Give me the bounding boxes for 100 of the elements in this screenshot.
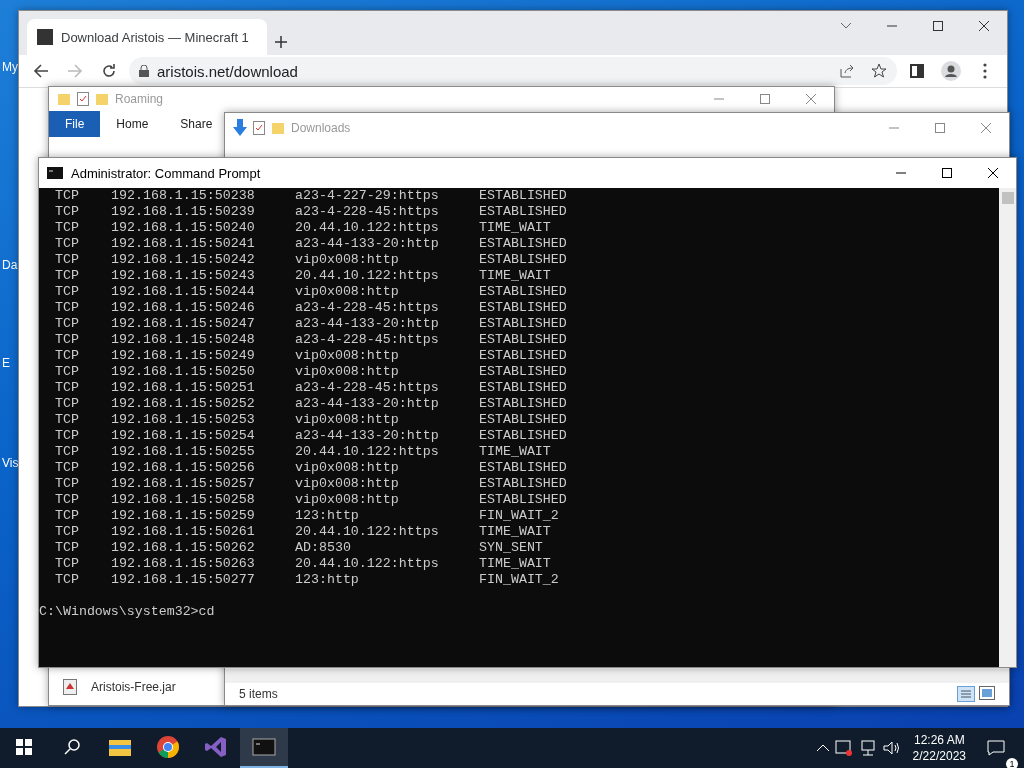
close-icon bbox=[806, 94, 816, 104]
ribbon-tab[interactable]: Share bbox=[164, 111, 229, 137]
folder-icon bbox=[57, 92, 71, 106]
search-icon bbox=[64, 739, 80, 755]
console-text: 192.168.1.15:50258 bbox=[111, 492, 256, 508]
console-text: ESTABLISHED bbox=[479, 188, 568, 204]
ribbon-tab[interactable]: Home bbox=[100, 111, 165, 137]
address-bar[interactable]: aristois.net/download bbox=[129, 57, 897, 85]
console-text: vip0x008:http bbox=[295, 476, 400, 492]
console-text: 192.168.1.15:50259 bbox=[111, 508, 256, 524]
console-text: TCP bbox=[55, 236, 80, 252]
properties-icon bbox=[253, 121, 265, 135]
folder-icon bbox=[108, 737, 132, 757]
console-text: a23-44-133-20:http bbox=[295, 428, 440, 444]
maximize-icon bbox=[935, 123, 945, 133]
console-text: TCP bbox=[55, 364, 80, 380]
console-text: TCP bbox=[55, 428, 80, 444]
notification-count: 1 bbox=[1006, 758, 1018, 768]
star-icon bbox=[871, 63, 887, 79]
console-text: TCP bbox=[55, 492, 80, 508]
minimize-icon bbox=[714, 98, 724, 100]
chrome-icon bbox=[156, 735, 180, 759]
console-text: 123:http bbox=[295, 572, 360, 588]
console-text: ESTABLISHED bbox=[479, 252, 568, 268]
console-text: 192.168.1.15:50247 bbox=[111, 316, 256, 332]
console-text: TIME_WAIT bbox=[479, 524, 552, 540]
console-text: 192.168.1.15:50254 bbox=[111, 428, 256, 444]
share-icon bbox=[839, 63, 855, 79]
avatar-icon bbox=[941, 61, 961, 81]
console-text: TCP bbox=[55, 188, 80, 204]
console-text: a23-44-133-20:http bbox=[295, 396, 440, 412]
console-text: ESTABLISHED bbox=[479, 412, 568, 428]
console-text: TCP bbox=[55, 204, 80, 220]
folder-icon bbox=[271, 121, 285, 135]
console-text: 20.44.10.122:https bbox=[295, 444, 440, 460]
taskbar-app-button[interactable] bbox=[240, 728, 288, 768]
speaker-icon[interactable] bbox=[882, 740, 901, 756]
console-text: ESTABLISHED bbox=[479, 396, 568, 412]
console-text: a23-44-133-20:http bbox=[295, 236, 440, 252]
lock-icon bbox=[139, 65, 149, 77]
folder-icon bbox=[95, 92, 109, 106]
console-text: TCP bbox=[55, 300, 80, 316]
status-text: 5 items bbox=[239, 687, 278, 701]
console-text: ESTABLISHED bbox=[479, 204, 568, 220]
chevron-up-icon[interactable] bbox=[816, 744, 829, 752]
close-icon bbox=[979, 21, 989, 31]
console-text: 192.168.1.15:50261 bbox=[111, 524, 256, 540]
ribbon-tab[interactable]: File bbox=[49, 111, 101, 137]
browser-tab[interactable]: Download Aristois — Minecraft 1 bbox=[27, 19, 267, 55]
console-text: 192.168.1.15:50249 bbox=[111, 348, 256, 364]
console-text: ESTABLISHED bbox=[479, 428, 568, 444]
console-text: a23-4-228-45:https bbox=[295, 204, 440, 220]
console-text: TCP bbox=[55, 412, 80, 428]
file-icon bbox=[63, 679, 77, 695]
site-favicon bbox=[37, 29, 53, 45]
console-text: 192.168.1.15:50246 bbox=[111, 300, 256, 316]
desktop-icon-label: Vis bbox=[2, 456, 19, 470]
console-text: 20.44.10.122:https bbox=[295, 524, 440, 540]
download-arrow-icon bbox=[233, 119, 247, 137]
window-title: Downloads bbox=[291, 121, 351, 135]
console-text: TIME_WAIT bbox=[479, 268, 552, 284]
network-icon[interactable] bbox=[858, 740, 877, 756]
console-text: 192.168.1.15:50242 bbox=[111, 252, 256, 268]
console-text: 192.168.1.15:50239 bbox=[111, 204, 256, 220]
console-text: vip0x008:http bbox=[295, 492, 400, 508]
console-text: vip0x008:http bbox=[295, 460, 400, 476]
console-text: ESTABLISHED bbox=[479, 284, 568, 300]
console-text: TCP bbox=[55, 316, 80, 332]
url-text: aristois.net/download bbox=[157, 62, 298, 80]
console-text: a23-4-228-45:https bbox=[295, 300, 440, 316]
console-text: 192.168.1.15:50238 bbox=[111, 188, 256, 204]
file-name: Aristois-Free.jar bbox=[91, 680, 176, 694]
details-view-icon bbox=[957, 686, 975, 702]
console-text: ESTABLISHED bbox=[479, 476, 568, 492]
thumbnail-view-icon bbox=[979, 686, 995, 700]
console-text: 123:http bbox=[295, 508, 360, 524]
properties-icon bbox=[77, 92, 89, 106]
console-text: TCP bbox=[55, 252, 80, 268]
console-text: 20.44.10.122:https bbox=[295, 220, 440, 236]
forward-arrow-icon bbox=[67, 63, 83, 79]
console-text: 192.168.1.15:50262 bbox=[111, 540, 256, 556]
console-text: 192.168.1.15:50241 bbox=[111, 236, 256, 252]
alert-icon[interactable] bbox=[834, 740, 853, 756]
console-text: TCP bbox=[55, 572, 80, 588]
window-title: Administrator: Command Prompt bbox=[71, 165, 261, 181]
console-text: TIME_WAIT bbox=[479, 220, 552, 236]
console-text: TCP bbox=[55, 268, 80, 284]
console-icon bbox=[47, 167, 63, 179]
console-text: vip0x008:http bbox=[295, 364, 400, 380]
clock[interactable]: 12:26 AM 2/22/2023 bbox=[906, 732, 972, 764]
console-text: vip0x008:http bbox=[295, 348, 400, 364]
console-text: FIN_WAIT_2 bbox=[479, 572, 560, 588]
back-arrow-icon bbox=[33, 63, 49, 79]
console-icon bbox=[252, 737, 276, 757]
console-text: ESTABLISHED bbox=[479, 348, 568, 364]
console-text: 192.168.1.15:50253 bbox=[111, 412, 256, 428]
console-text: ESTABLISHED bbox=[479, 380, 568, 396]
console-text: 192.168.1.15:50244 bbox=[111, 284, 256, 300]
console-text: TCP bbox=[55, 348, 80, 364]
console-text: a23-4-227-29:https bbox=[295, 188, 440, 204]
